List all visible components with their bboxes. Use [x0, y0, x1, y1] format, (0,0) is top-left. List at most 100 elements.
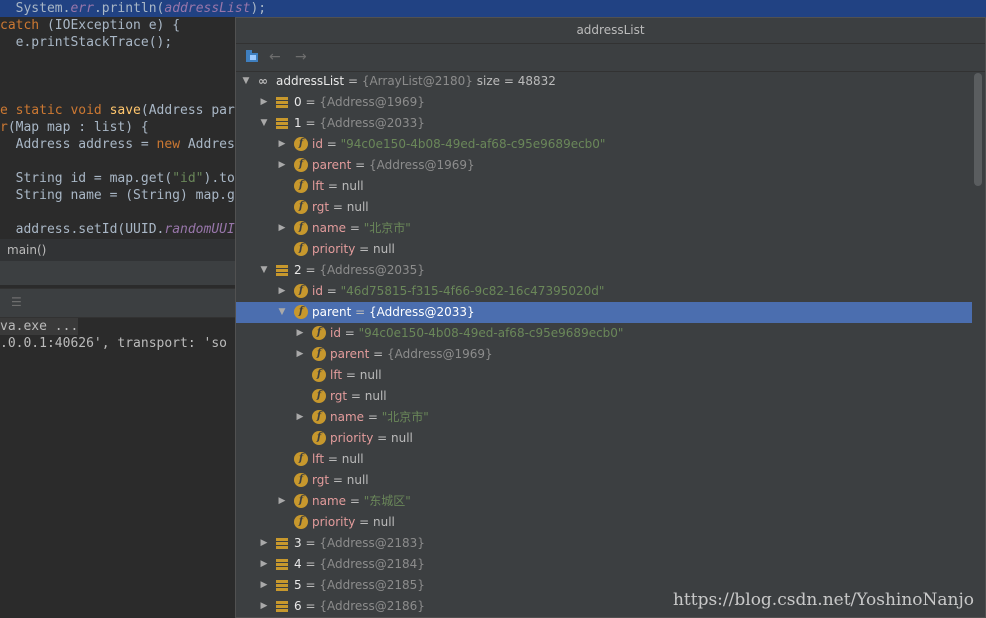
tree-row-lft[interactable]: f lft = null — [236, 365, 972, 386]
tree-row-lft[interactable]: f lft = null — [236, 449, 972, 470]
tree-row-label: rgt = null — [312, 200, 369, 214]
field-icon: f — [294, 473, 308, 487]
tree-row-label: 6 = {Address@2186} — [294, 599, 425, 613]
tree-row-label: parent = {Address@1969} — [312, 158, 475, 172]
debug-toolbar: ☰ — [0, 288, 236, 318]
variable-value: null — [373, 242, 395, 256]
console-line: va.exe ... — [0, 318, 79, 335]
variable-value: "北京市" — [363, 221, 411, 235]
tree-row-label: priority = null — [312, 242, 395, 256]
expand-arrow-icon[interactable]: ▶ — [276, 155, 288, 176]
variable-value: {Address@1969} — [369, 158, 475, 172]
tree-row-parent[interactable]: ▶ f parent = {Address@1969} — [236, 344, 972, 365]
expand-arrow-icon[interactable]: ▶ — [276, 134, 288, 155]
popup-toolbar: ← → — [236, 44, 985, 72]
code-line: String name = (String) map.g — [0, 188, 235, 203]
expand-arrow-icon[interactable]: ▶ — [258, 533, 270, 554]
variable-value: {Address@2185} — [319, 578, 425, 592]
field-icon: f — [294, 242, 308, 256]
expand-arrow-icon[interactable]: ▶ — [258, 575, 270, 596]
variable-value: "北京市" — [381, 410, 429, 424]
variable-name: addressList — [276, 74, 345, 88]
tree-row-2[interactable]: ▼ 2 = {Address@2035} — [236, 260, 972, 281]
pin-icon[interactable] — [245, 49, 259, 67]
tree-row-addressList[interactable]: ▼ ∞ addressList = {ArrayList@2180} size = … — [236, 71, 972, 92]
popup-title[interactable]: addressList — [236, 18, 985, 44]
collapse-arrow-icon[interactable]: ▼ — [258, 260, 270, 281]
variable-name: parent — [312, 305, 352, 319]
tree-row-name[interactable]: ▶ f name = "北京市" — [236, 407, 972, 428]
expand-arrow-icon[interactable]: ▶ — [258, 596, 270, 617]
expand-arrow-icon[interactable]: ▶ — [276, 281, 288, 302]
tree-row-label: id = "46d75815-f315-4f66-9c82-16c4739502… — [312, 284, 605, 298]
variable-name: rgt — [330, 389, 348, 403]
tree-row-label: id = "94c0e150-4b08-49ed-af68-c95e9689ec… — [312, 137, 606, 151]
forward-arrow-icon[interactable]: → — [295, 48, 307, 66]
expand-arrow-icon[interactable]: ▶ — [276, 218, 288, 239]
tree-row-0[interactable]: ▶ 0 = {Address@1969} — [236, 92, 972, 113]
variable-name: id — [330, 326, 341, 340]
tree-row-label: priority = null — [312, 515, 395, 529]
variable-name: priority — [330, 431, 374, 445]
variable-name: parent — [330, 347, 370, 361]
variables-tree: ▼ ∞ addressList = {ArrayList@2180} size = … — [236, 71, 972, 617]
expand-arrow-icon[interactable]: ▶ — [258, 554, 270, 575]
variable-value: {Address@2035} — [319, 263, 425, 277]
tree-row-name[interactable]: ▶ f name = "东城区" — [236, 491, 972, 512]
variable-value: "46d75815-f315-4f66-9c82-16c47395020d" — [340, 284, 605, 298]
tree-row-1[interactable]: ▼ 1 = {Address@2033} — [236, 113, 972, 134]
tree-row-rgt[interactable]: f rgt = null — [236, 197, 972, 218]
code-line: e static void save(Address par — [0, 103, 235, 118]
variable-value: {Address@2184} — [319, 557, 425, 571]
collapse-arrow-icon[interactable]: ▼ — [240, 71, 252, 92]
expand-arrow-icon[interactable]: ▶ — [276, 491, 288, 512]
collapse-arrow-icon[interactable]: ▼ — [276, 302, 288, 323]
tree-row-priority[interactable]: f priority = null — [236, 428, 972, 449]
tree-row-id[interactable]: ▶ f id = "94c0e150-4b08-49ed-af68-c95e9689… — [236, 134, 972, 155]
field-icon: f — [294, 179, 308, 193]
variable-name: rgt — [312, 200, 330, 214]
tree-row-rgt[interactable]: f rgt = null — [236, 470, 972, 491]
code-line: catch (IOException e) { — [0, 18, 181, 33]
tree-row-label: lft = null — [330, 368, 382, 382]
tree-row-parent[interactable]: ▶ f parent = {Address@1969} — [236, 155, 972, 176]
expand-arrow-icon[interactable]: ▶ — [294, 344, 306, 365]
tree-row-name[interactable]: ▶ f name = "北京市" — [236, 218, 972, 239]
tree-row-id[interactable]: ▶ f id = "46d75815-f315-4f66-9c82-16c47395… — [236, 281, 972, 302]
tree-row-id[interactable]: ▶ f id = "94c0e150-4b08-49ed-af68-c95e9689… — [236, 323, 972, 344]
expand-arrow-icon[interactable]: ▶ — [294, 407, 306, 428]
variable-name: name — [330, 410, 365, 424]
tree-row-4[interactable]: ▶ 4 = {Address@2184} — [236, 554, 972, 575]
variable-name: rgt — [312, 473, 330, 487]
tree-row-label: name = "东城区" — [312, 494, 411, 508]
layout-icon[interactable]: ☰ — [11, 295, 22, 309]
vertical-scrollbar[interactable] — [974, 73, 982, 186]
evaluate-popup: addressList ← → ▼ ∞ addressList = {ArrayLi… — [235, 17, 986, 618]
expand-arrow-icon[interactable]: ▶ — [258, 92, 270, 113]
field-icon: f — [312, 326, 326, 340]
tree-row-lft[interactable]: f lft = null — [236, 176, 972, 197]
tree-row-3[interactable]: ▶ 3 = {Address@2183} — [236, 533, 972, 554]
tree-row-parent[interactable]: ▼ f parent = {Address@2033} — [236, 302, 972, 323]
tree-row-priority[interactable]: f priority = null — [236, 512, 972, 533]
tree-row-rgt[interactable]: f rgt = null — [236, 386, 972, 407]
variable-name: 2 — [294, 263, 302, 277]
code-line: Address address = new Addres — [0, 137, 235, 152]
back-arrow-icon[interactable]: ← — [269, 48, 281, 66]
field-icon: f — [294, 158, 308, 172]
field-icon: f — [294, 137, 308, 151]
watermark: https://blog.csdn.net/YoshinoNanjo — [672, 590, 974, 610]
field-icon: f — [294, 305, 308, 319]
expand-arrow-icon[interactable]: ▶ — [294, 323, 306, 344]
collapse-arrow-icon[interactable]: ▼ — [258, 113, 270, 134]
variable-name: lft — [312, 452, 325, 466]
tree-row-label: parent = {Address@1969} — [330, 347, 493, 361]
tree-row-priority[interactable]: f priority = null — [236, 239, 972, 260]
variable-value: {Address@2033} — [319, 116, 425, 130]
variable-name: priority — [312, 515, 356, 529]
tree-row-label: name = "北京市" — [330, 410, 429, 424]
list-element-icon — [276, 580, 288, 591]
variable-value: "东城区" — [363, 494, 411, 508]
breadcrumb[interactable]: main() — [0, 239, 236, 261]
variable-name: 4 — [294, 557, 302, 571]
